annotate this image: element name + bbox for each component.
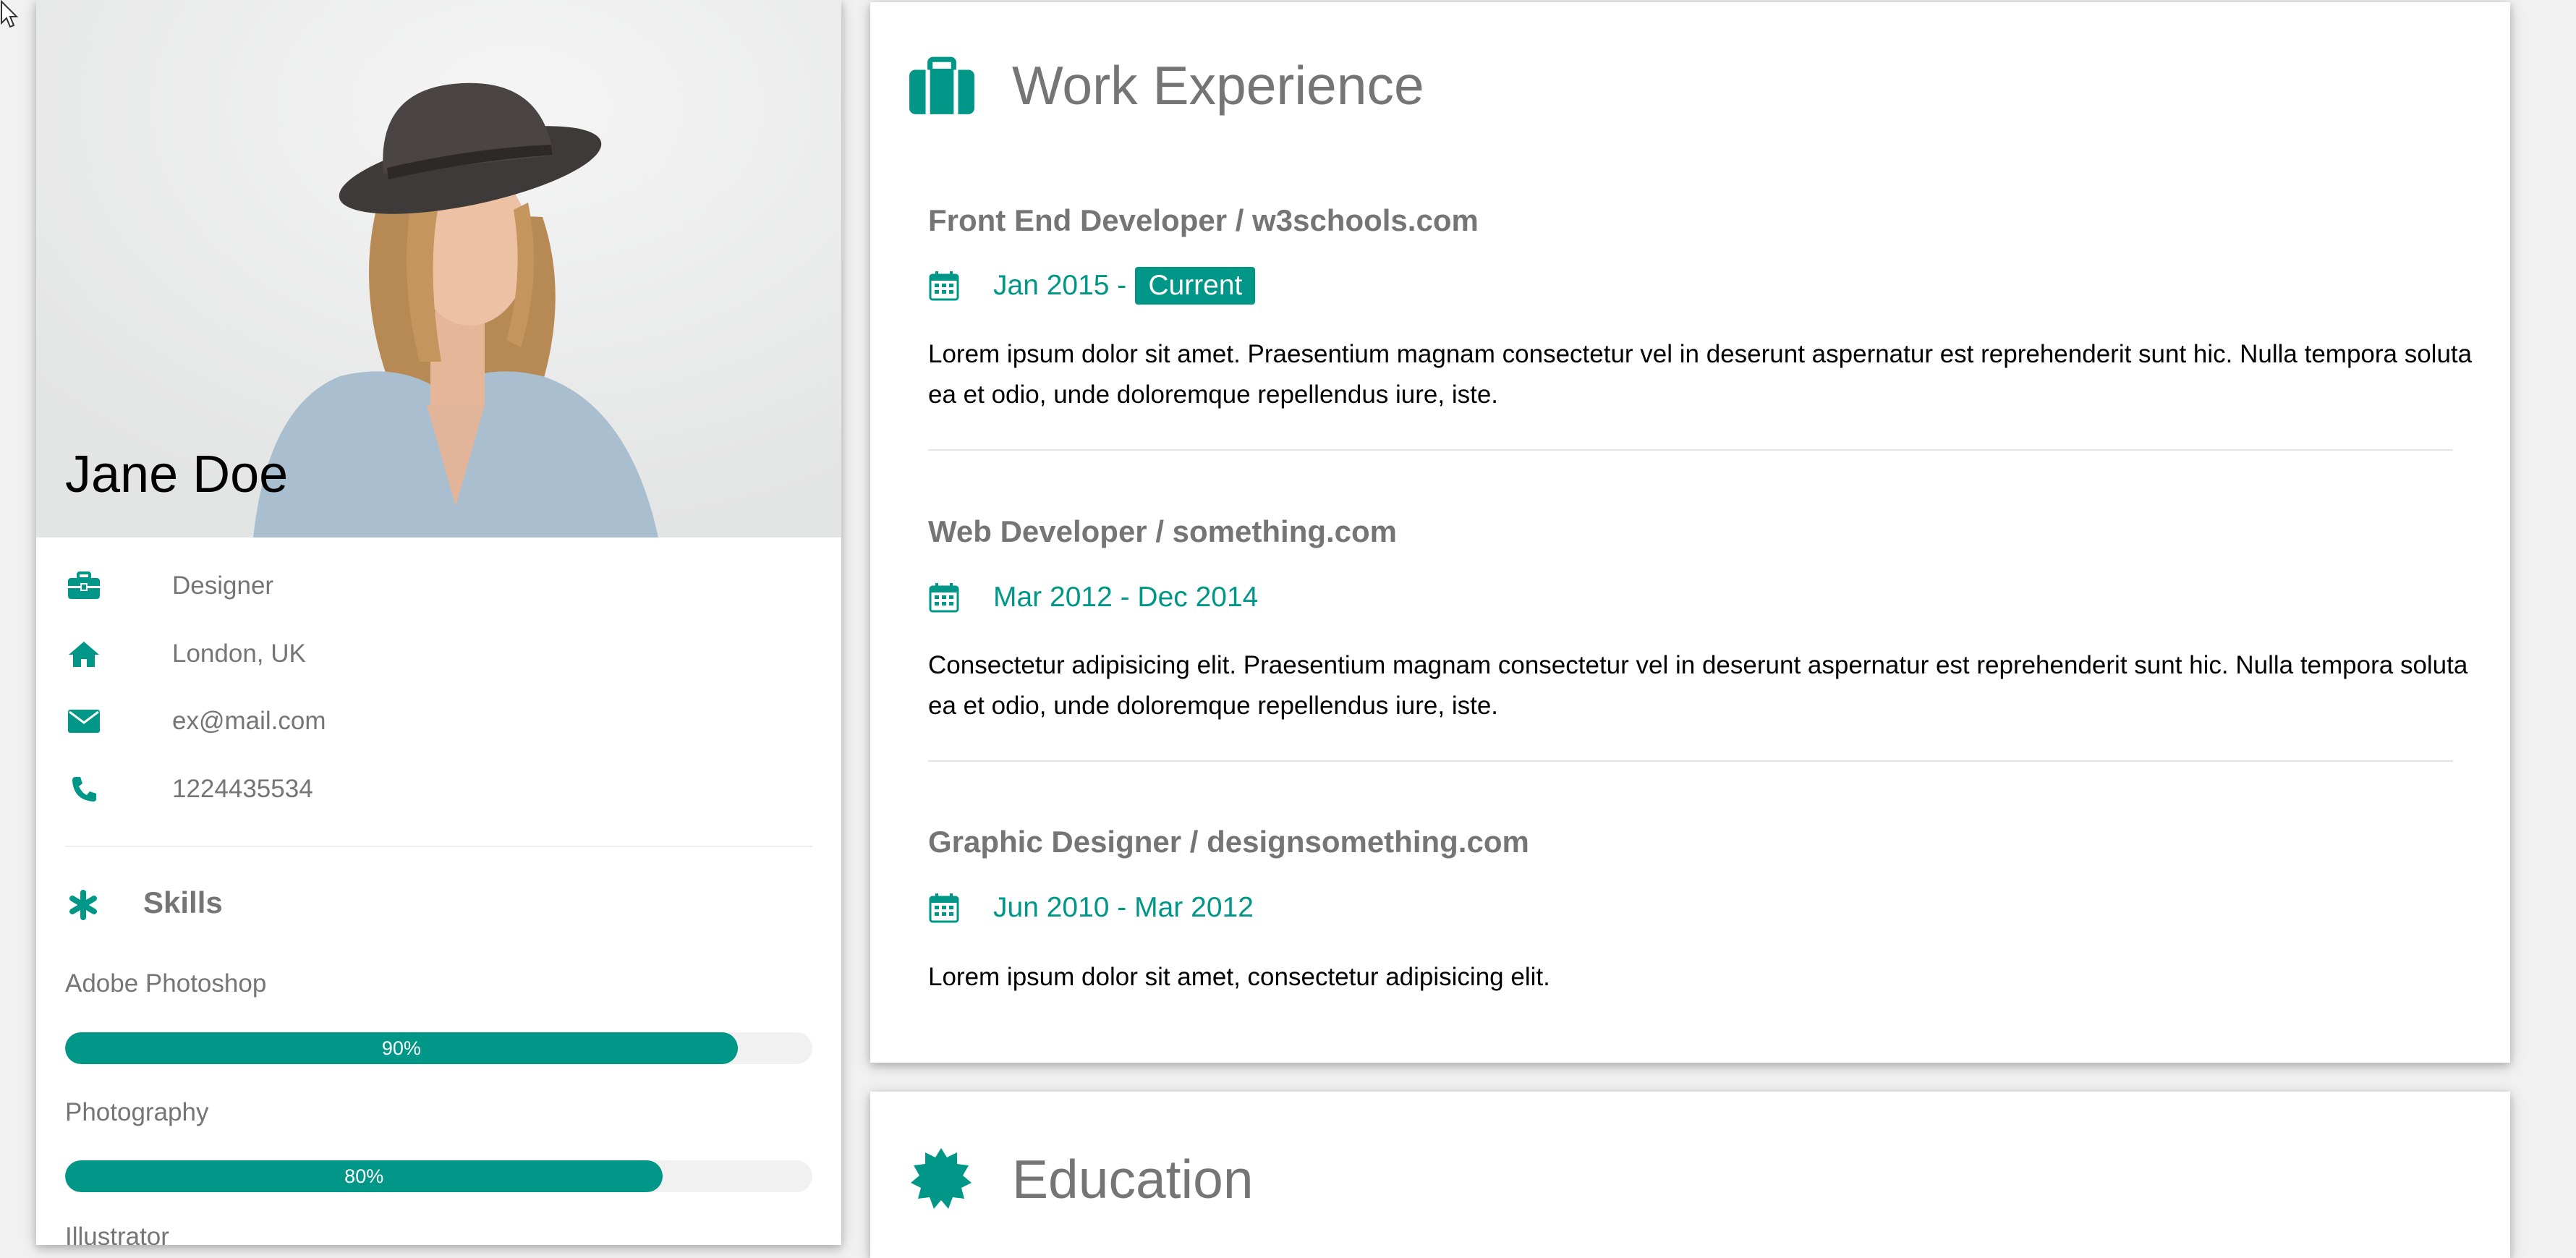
certificate-icon — [911, 1148, 972, 1212]
phone-icon — [65, 770, 103, 808]
profile-card: Jane Doe Designer London, UK ex@mail.com… — [36, 0, 841, 1245]
job-description: Lorem ipsum dolor sit amet, consectetur … — [928, 963, 1550, 991]
job-date-text: Jun 2010 - Mar 2012 — [993, 892, 1254, 923]
current-badge: Current — [1135, 267, 1256, 305]
job-description: Consectetur adipisicing elit. Praesentiu… — [928, 651, 2468, 720]
work-experience-card: Work Experience Front End Developer / w3… — [870, 2, 2510, 1063]
job-divider — [928, 760, 2453, 762]
job-title-text: Designer — [172, 571, 274, 600]
profile-name: Jane Doe — [65, 446, 289, 503]
skill-label: Photography — [65, 1098, 209, 1126]
skill-percent: 80% — [344, 1165, 384, 1187]
job-title: Web Developer / something.com — [928, 514, 1398, 548]
skill-progress-fill: 90% — [65, 1032, 738, 1064]
job-date: Jan 2015 - Current — [928, 264, 1256, 307]
info-row-location: London, UK — [65, 632, 306, 676]
info-row-phone: 1224435534 — [65, 768, 313, 811]
phone-text: 1224435534 — [172, 775, 313, 803]
job-title: Front End Developer / w3schools.com — [928, 203, 1479, 237]
calendar-icon — [929, 583, 959, 613]
education-card: Education — [870, 1092, 2510, 1258]
job-date: Jun 2010 - Mar 2012 — [928, 886, 1254, 930]
envelope-icon — [65, 702, 103, 740]
job-date-text: Mar 2012 - Dec 2014 — [993, 582, 1259, 613]
info-row-email: ex@mail.com — [65, 700, 326, 743]
calendar-icon — [929, 271, 959, 301]
skill-percent: 90% — [381, 1037, 421, 1059]
job-date-text: Jan 2015 - — [993, 270, 1127, 301]
work-experience-heading: Work Experience — [1012, 55, 1424, 116]
skill-label: Illustrator — [65, 1223, 169, 1245]
calendar-icon — [929, 893, 959, 923]
skills-heading: Skills — [143, 885, 223, 919]
job-date: Mar 2012 - Dec 2014 — [928, 576, 1258, 619]
job-description: Lorem ipsum dolor sit amet. Praesentium … — [928, 340, 2473, 409]
skill-progress-bar: 80% — [65, 1160, 812, 1192]
asterisk-icon — [68, 890, 98, 924]
location-text: London, UK — [172, 639, 306, 668]
skill-progress-fill: 80% — [65, 1160, 663, 1192]
briefcase-icon — [908, 56, 976, 120]
skill-label: Adobe Photoshop — [65, 969, 267, 998]
mouse-cursor-icon — [0, 0, 19, 28]
skill-progress-bar: 90% — [65, 1032, 812, 1064]
briefcase-icon — [65, 567, 103, 605]
job-title: Graphic Designer / designsomething.com — [928, 825, 1529, 859]
job-divider — [928, 449, 2453, 451]
education-heading: Education — [1012, 1149, 1254, 1210]
profile-divider — [65, 846, 812, 847]
home-icon — [65, 635, 103, 673]
info-row-job: Designer — [65, 564, 273, 608]
email-text: ex@mail.com — [172, 707, 326, 735]
profile-photo: Jane Doe — [36, 0, 841, 537]
